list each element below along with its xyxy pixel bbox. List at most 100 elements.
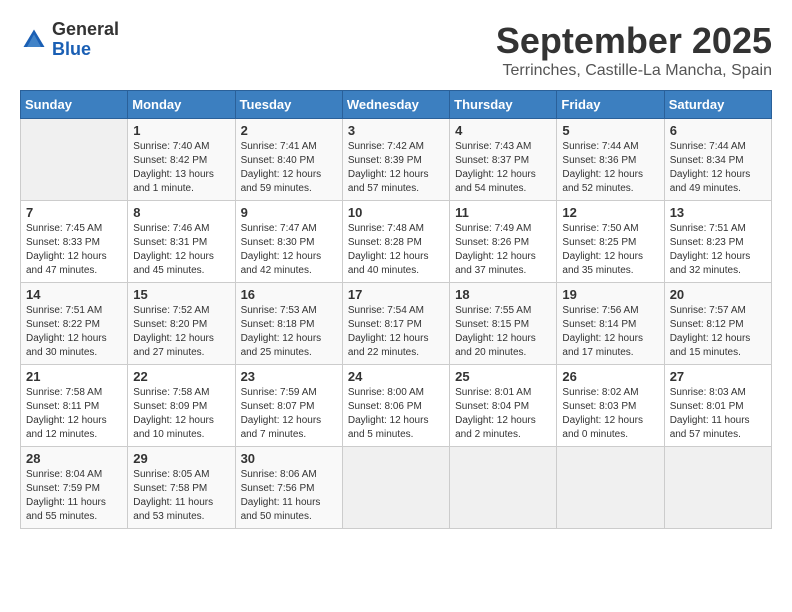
day-number: 1 (133, 123, 229, 138)
day-number: 8 (133, 205, 229, 220)
calendar-cell: 2 Sunrise: 7:41 AM Sunset: 8:40 PM Daylig… (235, 119, 342, 201)
day-number: 12 (562, 205, 658, 220)
day-number: 7 (26, 205, 122, 220)
day-number: 23 (241, 369, 337, 384)
day-info: Sunrise: 8:04 AM Sunset: 7:59 PM Dayligh… (26, 468, 122, 524)
day-info: Sunrise: 7:58 AM Sunset: 8:09 PM Dayligh… (133, 386, 229, 442)
logo-blue: Blue (52, 40, 119, 60)
logo: General Blue (20, 20, 119, 60)
calendar-week-row: 21Sunrise: 7:58 AM Sunset: 8:11 PM Dayli… (21, 365, 772, 447)
calendar-cell: 29 Sunrise: 8:05 AM Sunset: 7:58 PM Dayli… (128, 447, 235, 529)
calendar-body: 1 Sunrise: 7:40 AM Sunset: 8:42 PM Daylig… (21, 119, 772, 529)
calendar-cell: 19 Sunrise: 7:56 AM Sunset: 8:14 PM Dayli… (557, 283, 664, 365)
day-info: Sunrise: 7:43 AM Sunset: 8:37 PM Dayligh… (455, 140, 551, 196)
day-number: 25 (455, 369, 551, 384)
calendar-cell: 18 Sunrise: 7:55 AM Sunset: 8:15 PM Dayli… (450, 283, 557, 365)
calendar-cell: 30Sunrise: 8:06 AM Sunset: 7:56 PM Dayli… (235, 447, 342, 529)
logo-icon (20, 26, 48, 54)
calendar-week-row: 14Sunrise: 7:51 AM Sunset: 8:22 PM Dayli… (21, 283, 772, 365)
day-of-week-header: Monday (128, 91, 235, 119)
location: Terrinches, Castille-La Mancha, Spain (496, 62, 772, 80)
day-number: 18 (455, 287, 551, 302)
logo-general: General (52, 20, 119, 40)
calendar-header: SundayMondayTuesdayWednesdayThursdayFrid… (21, 91, 772, 119)
calendar-cell: 7Sunrise: 7:45 AM Sunset: 8:33 PM Daylig… (21, 201, 128, 283)
day-info: Sunrise: 7:59 AM Sunset: 8:07 PM Dayligh… (241, 386, 337, 442)
day-info: Sunrise: 8:01 AM Sunset: 8:04 PM Dayligh… (455, 386, 551, 442)
calendar-cell: 21Sunrise: 7:58 AM Sunset: 8:11 PM Dayli… (21, 365, 128, 447)
calendar-cell: 10 Sunrise: 7:48 AM Sunset: 8:28 PM Dayli… (342, 201, 449, 283)
day-number: 28 (26, 451, 122, 466)
day-number: 6 (670, 123, 766, 138)
day-info: Sunrise: 7:42 AM Sunset: 8:39 PM Dayligh… (348, 140, 444, 196)
calendar-cell: 24 Sunrise: 8:00 AM Sunset: 8:06 PM Dayli… (342, 365, 449, 447)
days-of-week-row: SundayMondayTuesdayWednesdayThursdayFrid… (21, 91, 772, 119)
calendar-cell: 15Sunrise: 7:52 AM Sunset: 8:20 PM Dayli… (128, 283, 235, 365)
day-number: 10 (348, 205, 444, 220)
day-info: Sunrise: 8:03 AM Sunset: 8:01 PM Dayligh… (670, 386, 766, 442)
calendar-cell: 23 Sunrise: 7:59 AM Sunset: 8:07 PM Dayli… (235, 365, 342, 447)
day-of-week-header: Sunday (21, 91, 128, 119)
day-number: 2 (241, 123, 337, 138)
calendar-cell: 17 Sunrise: 7:54 AM Sunset: 8:17 PM Dayli… (342, 283, 449, 365)
day-info: Sunrise: 7:51 AM Sunset: 8:23 PM Dayligh… (670, 222, 766, 278)
day-number: 17 (348, 287, 444, 302)
month-title: September 2025 (496, 20, 772, 62)
calendar-cell (557, 447, 664, 529)
day-info: Sunrise: 7:56 AM Sunset: 8:14 PM Dayligh… (562, 304, 658, 360)
page-header: General Blue September 2025 Terrinches, … (20, 20, 772, 80)
calendar-week-row: 7Sunrise: 7:45 AM Sunset: 8:33 PM Daylig… (21, 201, 772, 283)
calendar-cell (664, 447, 771, 529)
day-of-week-header: Friday (557, 91, 664, 119)
day-info: Sunrise: 7:41 AM Sunset: 8:40 PM Dayligh… (241, 140, 337, 196)
day-of-week-header: Wednesday (342, 91, 449, 119)
calendar-cell: 11 Sunrise: 7:49 AM Sunset: 8:26 PM Dayli… (450, 201, 557, 283)
day-number: 4 (455, 123, 551, 138)
day-info: Sunrise: 8:02 AM Sunset: 8:03 PM Dayligh… (562, 386, 658, 442)
day-number: 5 (562, 123, 658, 138)
day-info: Sunrise: 7:48 AM Sunset: 8:28 PM Dayligh… (348, 222, 444, 278)
day-info: Sunrise: 7:47 AM Sunset: 8:30 PM Dayligh… (241, 222, 337, 278)
day-info: Sunrise: 7:44 AM Sunset: 8:34 PM Dayligh… (670, 140, 766, 196)
calendar-table: SundayMondayTuesdayWednesdayThursdayFrid… (20, 90, 772, 529)
calendar-cell (450, 447, 557, 529)
day-number: 24 (348, 369, 444, 384)
day-number: 20 (670, 287, 766, 302)
calendar-week-row: 1 Sunrise: 7:40 AM Sunset: 8:42 PM Daylig… (21, 119, 772, 201)
day-number: 27 (670, 369, 766, 384)
day-info: Sunrise: 8:05 AM Sunset: 7:58 PM Dayligh… (133, 468, 229, 524)
day-number: 19 (562, 287, 658, 302)
calendar-cell: 28 Sunrise: 8:04 AM Sunset: 7:59 PM Dayli… (21, 447, 128, 529)
calendar-cell: 13 Sunrise: 7:51 AM Sunset: 8:23 PM Dayli… (664, 201, 771, 283)
calendar-cell: 4 Sunrise: 7:43 AM Sunset: 8:37 PM Daylig… (450, 119, 557, 201)
day-of-week-header: Thursday (450, 91, 557, 119)
day-info: Sunrise: 7:57 AM Sunset: 8:12 PM Dayligh… (670, 304, 766, 360)
calendar-cell: 26Sunrise: 8:02 AM Sunset: 8:03 PM Dayli… (557, 365, 664, 447)
day-number: 14 (26, 287, 122, 302)
day-info: Sunrise: 7:49 AM Sunset: 8:26 PM Dayligh… (455, 222, 551, 278)
day-info: Sunrise: 7:53 AM Sunset: 8:18 PM Dayligh… (241, 304, 337, 360)
day-number: 21 (26, 369, 122, 384)
day-info: Sunrise: 7:40 AM Sunset: 8:42 PM Dayligh… (133, 140, 229, 196)
day-number: 11 (455, 205, 551, 220)
day-info: Sunrise: 7:44 AM Sunset: 8:36 PM Dayligh… (562, 140, 658, 196)
title-block: September 2025 Terrinches, Castille-La M… (496, 20, 772, 80)
day-number: 3 (348, 123, 444, 138)
day-info: Sunrise: 7:55 AM Sunset: 8:15 PM Dayligh… (455, 304, 551, 360)
day-number: 29 (133, 451, 229, 466)
day-number: 16 (241, 287, 337, 302)
day-of-week-header: Tuesday (235, 91, 342, 119)
calendar-cell: 16 Sunrise: 7:53 AM Sunset: 8:18 PM Dayli… (235, 283, 342, 365)
day-info: Sunrise: 7:54 AM Sunset: 8:17 PM Dayligh… (348, 304, 444, 360)
day-info: Sunrise: 7:50 AM Sunset: 8:25 PM Dayligh… (562, 222, 658, 278)
day-number: 15 (133, 287, 229, 302)
day-info: Sunrise: 8:00 AM Sunset: 8:06 PM Dayligh… (348, 386, 444, 442)
calendar-cell: 6 Sunrise: 7:44 AM Sunset: 8:34 PM Daylig… (664, 119, 771, 201)
calendar-cell: 20 Sunrise: 7:57 AM Sunset: 8:12 PM Dayli… (664, 283, 771, 365)
logo-text: General Blue (52, 20, 119, 60)
calendar-cell: 22Sunrise: 7:58 AM Sunset: 8:09 PM Dayli… (128, 365, 235, 447)
day-number: 13 (670, 205, 766, 220)
calendar-cell: 3 Sunrise: 7:42 AM Sunset: 8:39 PM Daylig… (342, 119, 449, 201)
calendar-cell: 14Sunrise: 7:51 AM Sunset: 8:22 PM Dayli… (21, 283, 128, 365)
calendar-cell: 5 Sunrise: 7:44 AM Sunset: 8:36 PM Daylig… (557, 119, 664, 201)
